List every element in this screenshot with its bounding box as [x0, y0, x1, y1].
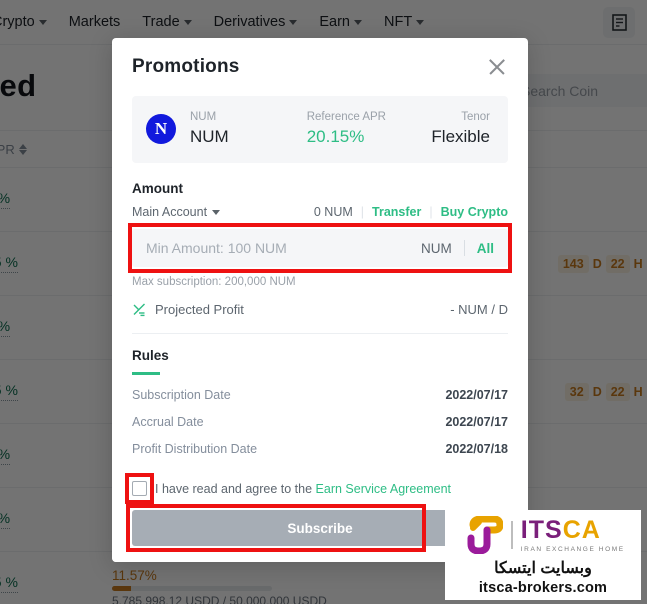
- earn-service-agreement-link[interactable]: Earn Service Agreement: [316, 482, 452, 496]
- asset-apr-label: Reference APR: [306, 111, 386, 123]
- divider: |: [429, 205, 433, 220]
- all-button[interactable]: All: [477, 241, 494, 256]
- rule-row: Accrual Date 2022/07/17: [132, 415, 508, 429]
- asset-summary-card: N NUM NUM Reference APR 20.15% Tenor Fle…: [132, 96, 508, 164]
- projected-profit-row: Projected Profit - NUM / D: [132, 302, 508, 317]
- divider: |: [360, 205, 365, 220]
- amount-unit: NUM: [420, 240, 452, 256]
- trend-chart-icon: [133, 303, 145, 317]
- promotions-modal: Promotions N NUM NUM Reference APR 20.15…: [112, 38, 528, 562]
- rules-title-underline: [132, 372, 160, 375]
- account-actions: 0 NUM | Transfer | Buy Crypto: [314, 205, 508, 219]
- close-icon[interactable]: [486, 56, 508, 78]
- asset-tenor-block: Tenor Flexible: [431, 109, 490, 149]
- modal-body: N NUM NUM Reference APR 20.15% Tenor Fle…: [112, 96, 528, 483]
- watermark: ITSCA IRAN EXCHANGE HOME وبسایت ایتسکا i…: [445, 510, 641, 600]
- brand-part-2: CA: [562, 515, 601, 544]
- rule-key: Subscription Date: [132, 387, 231, 402]
- asset-apr-block: Reference APR 20.15%: [307, 109, 386, 149]
- account-balance: 0 NUM: [313, 205, 353, 220]
- rule-row: Subscription Date 2022/07/17: [132, 388, 508, 402]
- rules-section: Rules Subscription Date 2022/07/17 Accru…: [132, 334, 508, 483]
- amount-section-title: Amount: [132, 181, 183, 197]
- max-subscription-note: Max subscription: 200,000 NUM: [132, 276, 296, 289]
- amount-input[interactable]: Min Amount: 100 NUM NUM All: [132, 229, 508, 268]
- watermark-brand: ITSCA IRAN EXCHANGE HOME: [520, 515, 625, 553]
- coin-glyph: N: [154, 119, 168, 139]
- rule-key: Accrual Date: [132, 414, 204, 429]
- amount-input-placeholder: Min Amount: 100 NUM: [146, 240, 287, 257]
- projected-profit-left: Projected Profit: [132, 302, 244, 317]
- rule-key: Profit Distribution Date: [132, 441, 258, 456]
- brand-part-1: ITS: [520, 515, 563, 544]
- watermark-url: itsca-brokers.com: [478, 580, 608, 596]
- account-selector[interactable]: Main Account: [132, 205, 221, 220]
- rule-value: 2022/07/18: [445, 441, 508, 456]
- asset-symbol-block: NUM NUM: [190, 109, 229, 149]
- num-coin-icon: N: [146, 114, 176, 145]
- projected-profit-label: Projected Profit: [155, 302, 244, 318]
- modal-header: Promotions: [112, 38, 528, 78]
- watermark-tagline: IRAN EXCHANGE HOME: [520, 545, 625, 553]
- asset-symbol-value: NUM: [190, 127, 229, 147]
- chevron-down-icon: [212, 209, 221, 215]
- agree-checkbox[interactable]: [132, 481, 147, 496]
- watermark-brand-name: ITSCA: [520, 515, 601, 544]
- page-root: Crypto Markets Trade Derivatives Earn: [0, 0, 647, 604]
- projected-profit-value: - NUM / D: [450, 302, 508, 318]
- asset-apr-value: 20.15%: [306, 127, 365, 147]
- rule-value: 2022/07/17: [445, 387, 508, 402]
- rule-row: Profit Distribution Date 2022/07/18: [132, 442, 508, 456]
- agreement-row: I have read and agree to the Earn Servic…: [125, 473, 508, 504]
- rule-value: 2022/07/17: [445, 414, 508, 429]
- itsca-logo-icon: [467, 516, 504, 554]
- amount-input-wrapper: Min Amount: 100 NUM NUM All: [128, 223, 512, 274]
- account-row: Main Account 0 NUM | Transfer | Buy Cryp…: [132, 205, 508, 219]
- asset-tenor-label: Tenor: [461, 111, 490, 123]
- agreement-prefix: I have read and agree to the: [155, 481, 316, 496]
- asset-tenor-value: Flexible: [431, 127, 490, 147]
- rules-section-title: Rules: [132, 348, 169, 364]
- divider: [463, 240, 465, 257]
- account-label: Main Account: [132, 205, 208, 220]
- watermark-divider: [511, 521, 513, 549]
- asset-symbol-label: NUM: [190, 111, 217, 123]
- transfer-link[interactable]: Transfer: [372, 205, 421, 219]
- watermark-logo-row: ITSCA IRAN EXCHANGE HOME: [461, 516, 624, 554]
- watermark-farsi-text: وبسایت ایتسکا: [494, 560, 592, 577]
- modal-title: Promotions: [132, 56, 240, 77]
- agreement-text: I have read and agree to the Earn Servic…: [155, 482, 451, 496]
- buy-crypto-link[interactable]: Buy Crypto: [441, 205, 508, 219]
